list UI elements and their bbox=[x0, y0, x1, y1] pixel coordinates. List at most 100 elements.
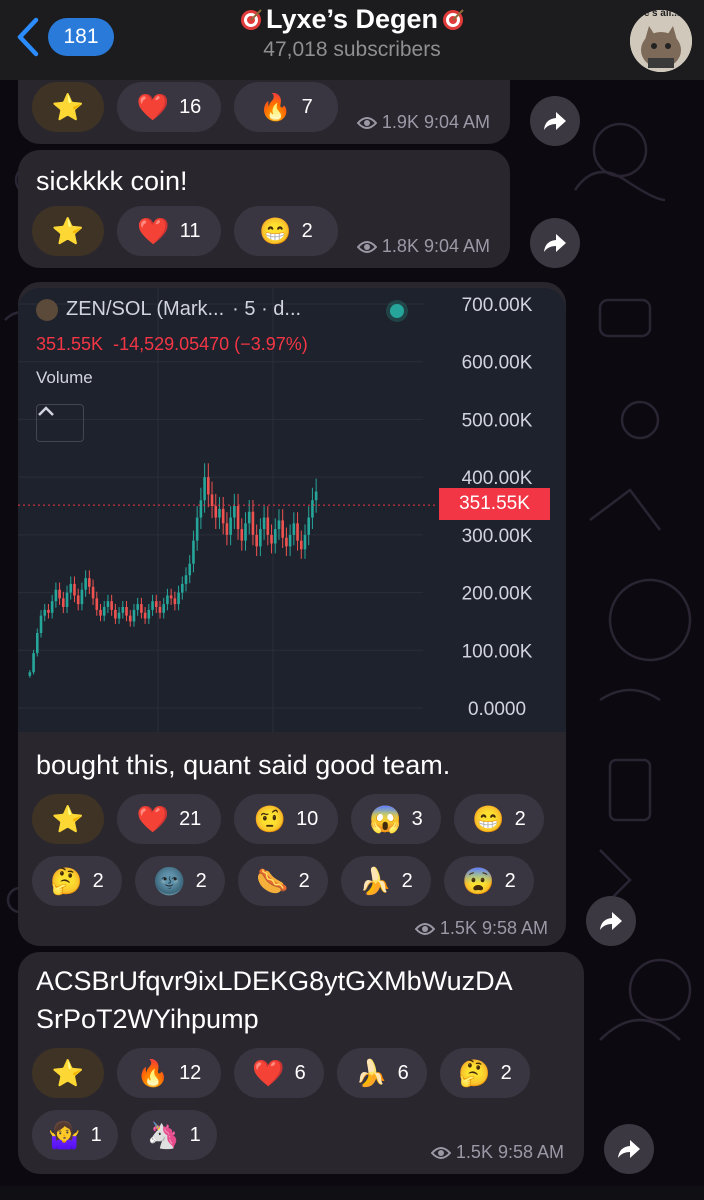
reaction-button[interactable]: ❤️ 21 bbox=[117, 794, 221, 844]
reaction-button[interactable]: 🤔 2 bbox=[440, 1048, 530, 1098]
candle-body bbox=[207, 477, 210, 495]
reaction-button[interactable]: ❤️ 6 bbox=[234, 1048, 324, 1098]
volume-label: Volume bbox=[36, 368, 93, 387]
share-arrow-icon bbox=[544, 234, 566, 252]
star-reaction-button[interactable]: ⭐ bbox=[32, 1048, 104, 1098]
reaction-list: ⭐ ❤️ 16 🔥 7 bbox=[32, 82, 338, 144]
channel-info[interactable]: Lyxe’s Degen 47,018 subscribers bbox=[0, 4, 704, 62]
candle-body bbox=[251, 511, 255, 535]
reaction-button[interactable]: 😁 2 bbox=[454, 794, 544, 844]
candle-body bbox=[296, 523, 299, 541]
thinking-icon: 🤔 bbox=[50, 866, 83, 896]
banana-icon: 🍌 bbox=[359, 866, 392, 896]
reaction-button[interactable]: 😁 2 bbox=[234, 206, 338, 256]
reaction-count: 2 bbox=[301, 219, 313, 242]
candle-body bbox=[99, 609, 102, 616]
reaction-count: 1 bbox=[189, 1123, 201, 1146]
message-text: bought this, quant said good team. bbox=[36, 750, 451, 780]
reaction-button[interactable]: 🦄 1 bbox=[131, 1110, 217, 1160]
collapse-button[interactable] bbox=[36, 404, 84, 442]
candle-body bbox=[114, 609, 117, 619]
candle-body bbox=[195, 517, 199, 541]
reaction-button[interactable]: 🔥 7 bbox=[234, 82, 338, 132]
message-bubble[interactable]: sickkkk coin! ⭐ ❤️ 11 😁 2 1.8K 9:04 AM bbox=[18, 150, 510, 268]
channel-avatar[interactable]: e's all... bbox=[630, 10, 692, 72]
y-tick-label: 500.00K bbox=[462, 410, 533, 431]
reaction-button[interactable]: 🍌 6 bbox=[337, 1048, 427, 1098]
reaction-button[interactable]: 🍌 2 bbox=[341, 856, 431, 906]
reaction-count: 21 bbox=[179, 807, 202, 830]
candle-body bbox=[262, 517, 266, 530]
reaction-button[interactable]: 🔥 12 bbox=[117, 1048, 221, 1098]
star-icon: ⭐ bbox=[51, 216, 85, 246]
message-time: 9:04 AM bbox=[423, 236, 490, 256]
reaction-count: 2 bbox=[500, 1061, 512, 1084]
reaction-button[interactable]: ❤️ 16 bbox=[117, 82, 221, 132]
candle-body bbox=[184, 575, 188, 584]
reaction-button[interactable]: 🌚 2 bbox=[135, 856, 225, 906]
reaction-count: 1 bbox=[90, 1123, 102, 1146]
candle-body bbox=[303, 534, 307, 550]
reaction-button[interactable]: 🌭 2 bbox=[238, 856, 328, 906]
message-text-line: ACSBrUfqvr9ixLDEKG8ytGXMbWuzDA bbox=[36, 966, 513, 996]
target-icon bbox=[240, 8, 262, 30]
candle-body bbox=[62, 598, 65, 607]
star-reaction-button[interactable]: ⭐ bbox=[32, 794, 104, 844]
avatar-caption: e's all... bbox=[644, 10, 680, 19]
hotdog-icon: 🌭 bbox=[256, 866, 289, 896]
star-reaction-button[interactable]: ⭐ bbox=[32, 82, 104, 132]
target-icon bbox=[443, 8, 464, 30]
candle-body bbox=[80, 589, 84, 605]
candle-body bbox=[39, 615, 43, 633]
reaction-count: 2 bbox=[195, 869, 207, 892]
candle-body bbox=[95, 598, 99, 610]
reaction-count: 12 bbox=[179, 1061, 202, 1084]
candle-body bbox=[43, 609, 47, 616]
share-button[interactable] bbox=[530, 218, 580, 268]
reaction-button[interactable]: 🤨 10 bbox=[234, 794, 338, 844]
candle-body bbox=[214, 506, 218, 518]
shrug-icon: 🤷‍♀️ bbox=[48, 1120, 81, 1150]
reaction-count: 2 bbox=[92, 869, 104, 892]
share-button[interactable] bbox=[530, 96, 580, 146]
candle-body bbox=[285, 537, 288, 547]
view-count: 1.5K bbox=[439, 918, 477, 938]
candle-body bbox=[255, 534, 258, 547]
reaction-button[interactable]: ❤️ 11 bbox=[117, 206, 221, 256]
message-text: ACSBrUfqvr9ixLDEKG8ytGXMbWuzDA SrPoT2WYi… bbox=[36, 962, 513, 1038]
candle-body bbox=[128, 615, 132, 622]
candle-body bbox=[147, 609, 151, 619]
candle-body bbox=[236, 506, 240, 530]
star-reaction-button[interactable]: ⭐ bbox=[32, 206, 104, 256]
candle-body bbox=[121, 607, 125, 613]
candle-body bbox=[166, 595, 169, 605]
share-button[interactable] bbox=[604, 1124, 654, 1174]
candle-body bbox=[314, 491, 318, 501]
candle-body bbox=[140, 604, 143, 613]
reaction-list: ⭐ ❤️ 21 🤨 10 😱 3 😁 2 🤔 2 🌚 2 🌭 2 🍌 2 😨 2 bbox=[32, 794, 544, 918]
candle-body bbox=[277, 520, 281, 530]
eye-icon bbox=[430, 1146, 451, 1159]
message-text: sickkkk coin! bbox=[36, 166, 188, 196]
reaction-count: 3 bbox=[411, 807, 423, 830]
share-button[interactable] bbox=[586, 896, 636, 946]
message-meta: 1.5K 9:58 AM bbox=[430, 1142, 564, 1163]
candle-body bbox=[136, 604, 139, 610]
reaction-list: ⭐ ❤️ 11 😁 2 bbox=[32, 206, 338, 268]
reaction-button[interactable]: 🤔 2 bbox=[32, 856, 122, 906]
candle-body bbox=[266, 517, 270, 535]
candle-body bbox=[299, 540, 303, 550]
channel-title: Lyxe’s Degen bbox=[240, 4, 464, 35]
reaction-button[interactable]: 😨 2 bbox=[444, 856, 534, 906]
y-tick-label: 0.0000 bbox=[468, 699, 526, 720]
candle-body bbox=[177, 592, 180, 605]
price-chart[interactable]: 700.00K 600.00K 500.00K 400.00K 300.00K 200.0… bbox=[18, 288, 566, 732]
reaction-button[interactable]: 😱 3 bbox=[351, 794, 441, 844]
reaction-button[interactable]: 🤷‍♀️ 1 bbox=[32, 1110, 118, 1160]
message-time: 9:04 AM bbox=[423, 112, 490, 132]
fire-icon: 🔥 bbox=[136, 1058, 170, 1088]
new-moon-face-icon: 🌚 bbox=[153, 866, 186, 896]
grin-icon: 😁 bbox=[472, 804, 505, 834]
message-bubble[interactable]: ACSBrUfqvr9ixLDEKG8ytGXMbWuzDA SrPoT2WYi… bbox=[18, 952, 584, 1174]
chart-quote: 351.55K -14,529.05470 (−3.97%) bbox=[36, 334, 308, 355]
